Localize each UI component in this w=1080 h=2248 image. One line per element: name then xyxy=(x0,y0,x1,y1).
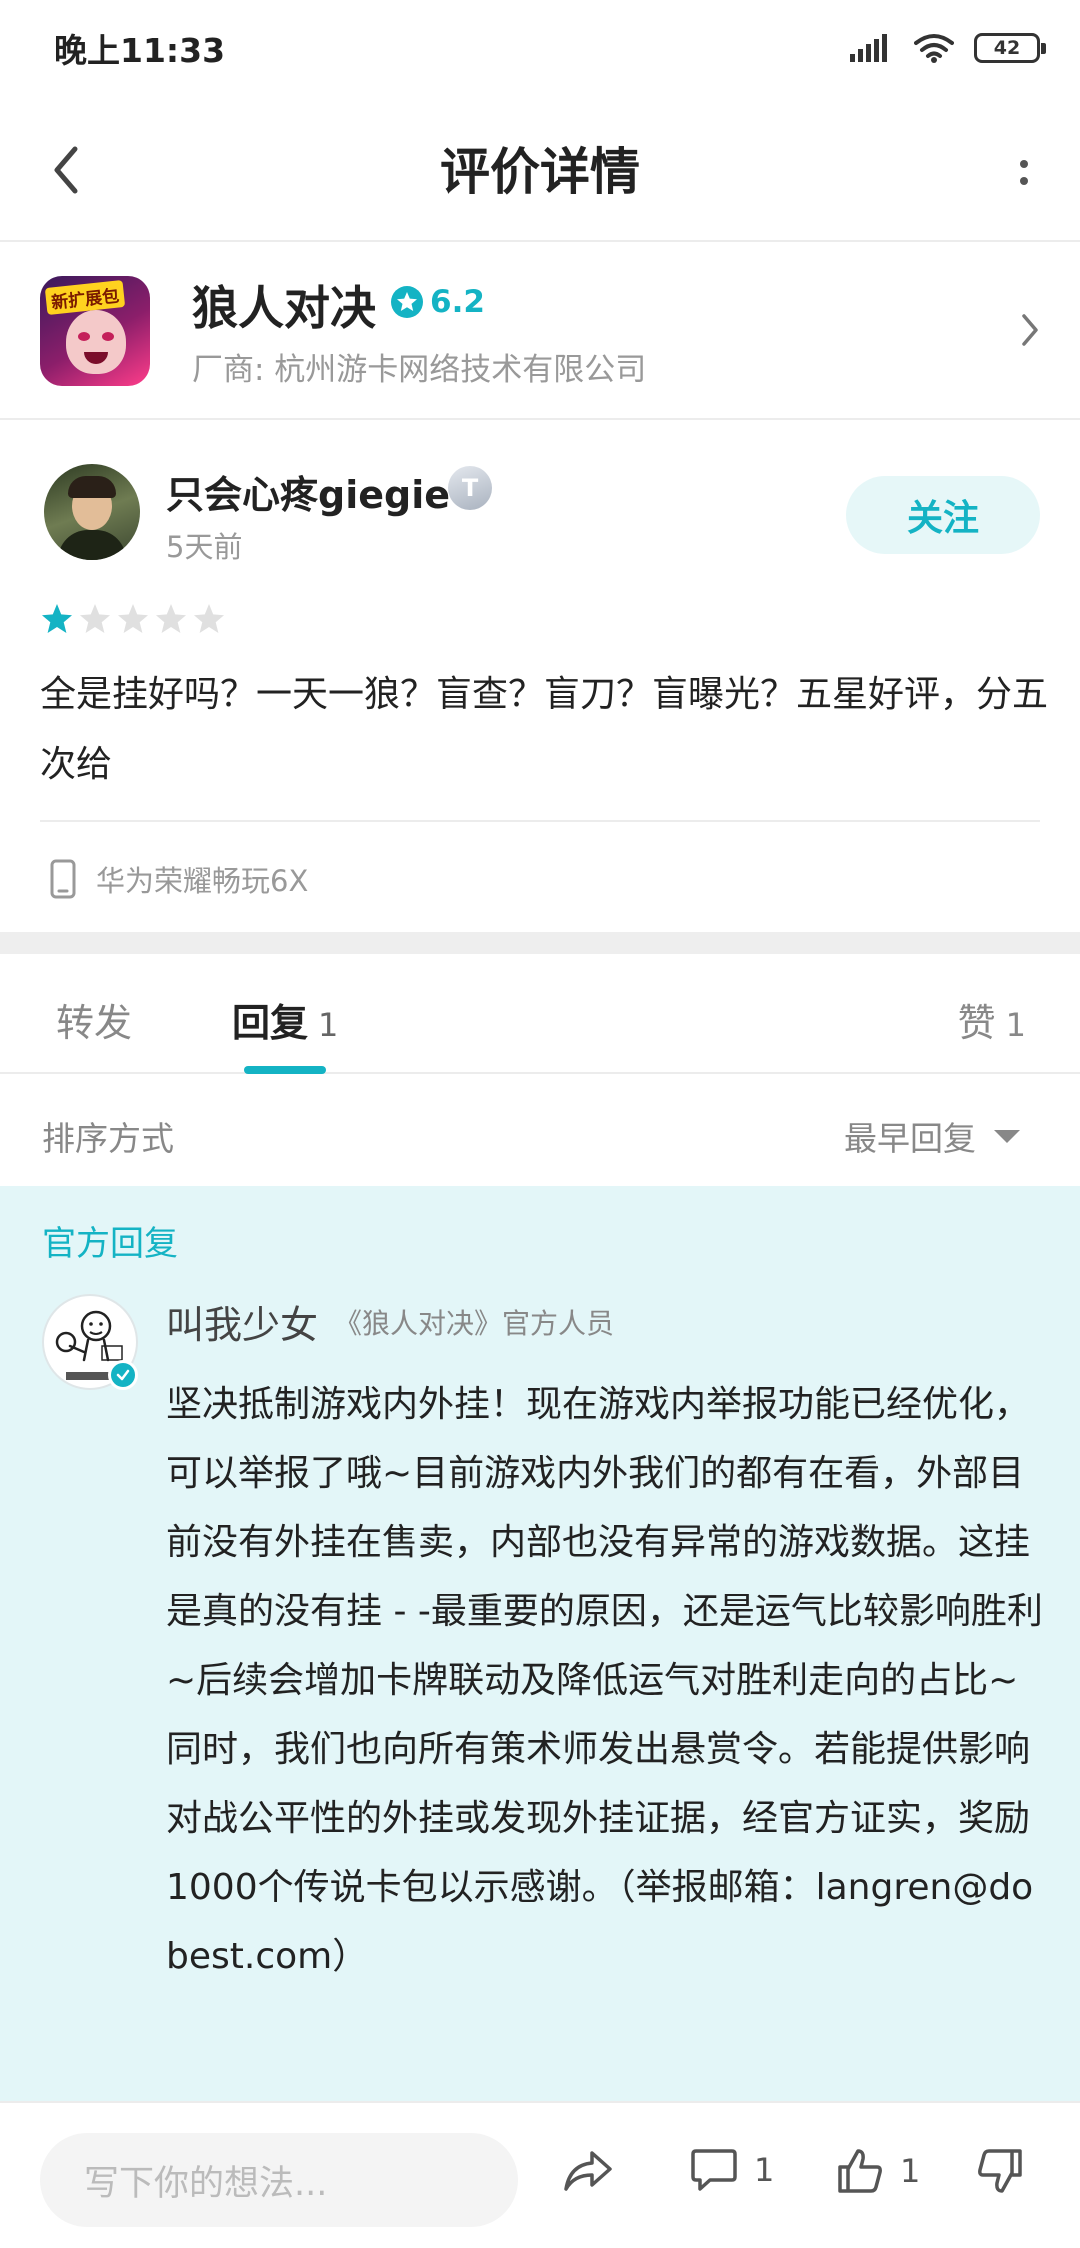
device-info: 华为荣耀畅玩6X xyxy=(50,858,308,900)
status-icons: 42 xyxy=(850,33,1046,63)
like-count: 1 xyxy=(900,2152,921,2190)
section-divider xyxy=(0,932,1080,954)
app-header[interactable]: 新扩展包 狼人对决 6.2 厂商: 杭州游卡网络技术有限公司 xyxy=(0,244,1080,420)
star-empty-icon xyxy=(194,604,224,633)
nav-bar: 评价详情 xyxy=(0,96,1080,242)
star-badge-icon xyxy=(391,286,423,318)
sort-dropdown[interactable]: 最早回复 xyxy=(844,1112,1020,1160)
reply-text: 坚决抵制游戏内外挂！现在游戏内举报功能已经优化，可以举报了哦~目前游戏内外我们的… xyxy=(166,1384,1043,1977)
tab-reply[interactable]: 回复 1 xyxy=(232,992,338,1047)
app-icon-face xyxy=(66,310,126,374)
status-time: 晚上11:33 xyxy=(54,31,226,70)
official-reply: 官方回复 叫我少女 《狼人对决》官方人员 坚决抵制游戏内外挂！现在游戏内举报功能… xyxy=(0,1186,1080,2101)
follow-button[interactable]: 关注 xyxy=(846,476,1040,554)
divider xyxy=(40,820,1040,822)
bottom-action-bar: 写下你的想法... 1 1 xyxy=(0,2101,1080,2248)
verified-badge-icon xyxy=(108,1360,138,1390)
app-icon-eye xyxy=(78,332,90,341)
reply-author-role: 《狼人对决》官方人员 xyxy=(334,1307,615,1340)
more-dot xyxy=(1020,176,1028,185)
status-bar: 晚上11:33 42 xyxy=(0,0,1080,96)
reply-actions xyxy=(166,2088,1046,2101)
tab-like-label: 赞 xyxy=(957,1001,996,1045)
star-empty-icon xyxy=(156,604,186,633)
phone-icon xyxy=(50,859,76,899)
thumbs-up-icon xyxy=(838,2149,882,2193)
thumbs-down-icon xyxy=(978,2149,1022,2193)
like-button[interactable]: 1 xyxy=(836,2147,920,2195)
chevron-right-icon xyxy=(1022,314,1038,346)
level-badge-icon: T xyxy=(448,466,492,510)
tab-like-count: 1 xyxy=(1005,1006,1026,1044)
comment-input[interactable]: 写下你的想法... xyxy=(40,2133,518,2227)
battery-level: 42 xyxy=(993,37,1021,59)
share-icon xyxy=(564,2151,612,2191)
username[interactable]: 只会心疼giegie xyxy=(166,464,450,519)
comment-button[interactable]: 1 xyxy=(690,2147,774,2193)
tab-like[interactable]: 赞1 xyxy=(958,992,1026,1047)
more-dot xyxy=(1020,159,1028,168)
tab-bar: 转发 回复 1 赞1 xyxy=(0,954,1080,1074)
more-options-button[interactable] xyxy=(1004,144,1044,200)
avatar-body xyxy=(58,530,126,560)
tab-reply-label: 回复 xyxy=(232,1001,309,1045)
star-empty-icon xyxy=(80,604,110,633)
dislike-button[interactable] xyxy=(976,2147,1024,2195)
star-rating xyxy=(40,602,226,636)
tab-forward[interactable]: 转发 xyxy=(56,992,132,1047)
app-icon: 新扩展包 xyxy=(40,276,150,386)
wifi-icon xyxy=(914,34,954,63)
sort-bar: 排序方式 最早回复 xyxy=(0,1076,1080,1186)
signal-icon xyxy=(850,34,887,62)
page-title: 评价详情 xyxy=(440,143,640,201)
avatar-hair xyxy=(68,476,116,498)
app-vendor: 厂商: 杭州游卡网络技术有限公司 xyxy=(192,352,647,388)
tab-indicator xyxy=(244,1066,326,1074)
battery-icon: 42 xyxy=(974,33,1046,63)
app-rating: 6.2 xyxy=(390,284,485,320)
app-name: 狼人对决 xyxy=(192,281,376,335)
review-card: 只会心疼giegie T 5天前 关注 全是挂好吗？一天一狼？盲查？盲刀？盲曝光… xyxy=(0,420,1080,932)
star-empty-icon xyxy=(118,604,148,633)
user-avatar[interactable] xyxy=(44,464,140,560)
app-icon-eye xyxy=(102,332,114,341)
comment-count: 1 xyxy=(754,2151,775,2189)
app-icon-tag: 新扩展包 xyxy=(44,279,126,316)
check-icon xyxy=(116,1369,130,1381)
star-filled-icon xyxy=(42,604,72,633)
share-button[interactable] xyxy=(562,2147,614,2193)
app-rating-value: 6.2 xyxy=(430,284,485,320)
sort-label: 排序方式 xyxy=(42,1119,174,1158)
reply-author[interactable]: 叫我少女 xyxy=(166,1294,318,1349)
review-text: 全是挂好吗？一天一狼？盲查？盲刀？盲曝光？五星好评，分五次给 xyxy=(40,674,1049,785)
caret-down-icon xyxy=(994,1129,1020,1143)
official-reply-label: 官方回复 xyxy=(42,1224,178,1264)
tab-forward-label: 转发 xyxy=(56,1001,133,1045)
sort-value: 最早回复 xyxy=(844,1119,976,1158)
tab-reply-count: 1 xyxy=(318,1006,339,1044)
review-time: 5天前 xyxy=(166,530,243,564)
device-name: 华为荣耀畅玩6X xyxy=(96,864,309,898)
comment-icon xyxy=(691,2149,737,2191)
